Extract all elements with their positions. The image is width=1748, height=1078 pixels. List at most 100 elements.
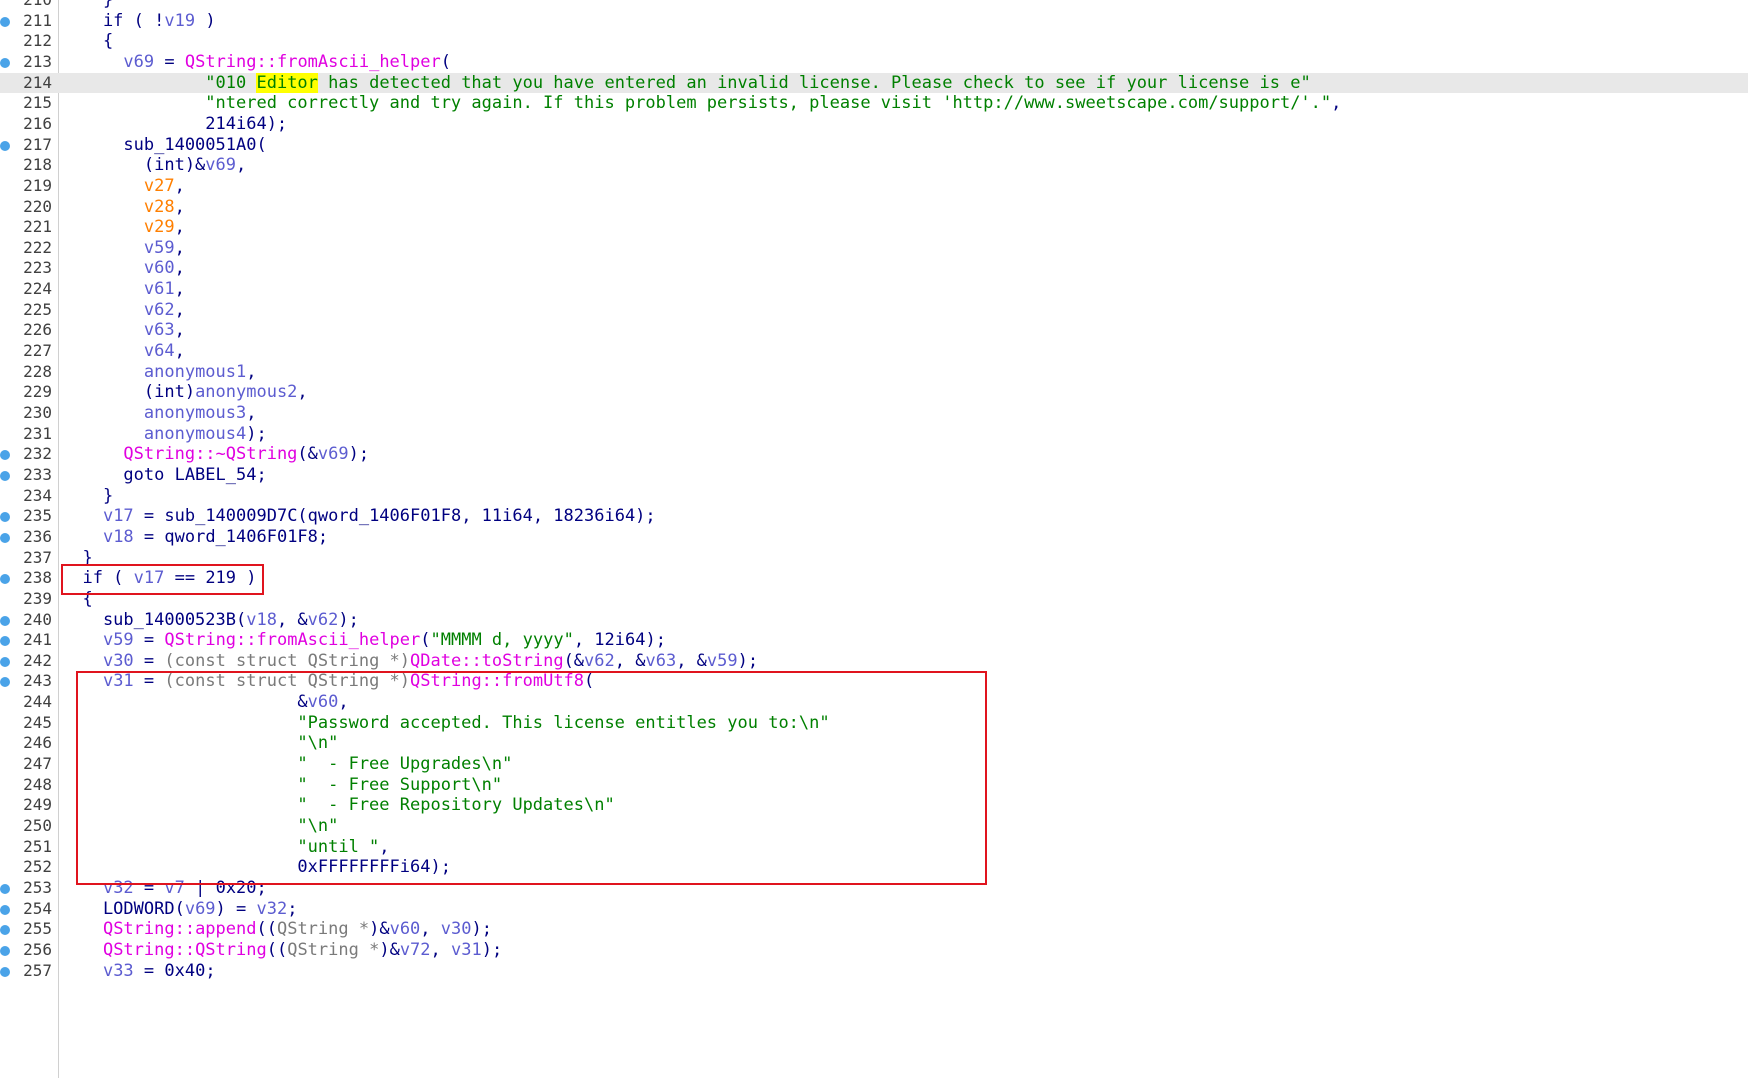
code-line[interactable]: 231 anonymous4); bbox=[0, 424, 1748, 445]
code-line[interactable]: 234 } bbox=[0, 486, 1748, 507]
code-token: , bbox=[246, 361, 257, 382]
code-token: v18 bbox=[246, 609, 277, 630]
code-text: } bbox=[62, 486, 113, 507]
code-line[interactable]: 250 "\n" bbox=[0, 816, 1748, 837]
code-line[interactable]: 233 goto LABEL_54; bbox=[0, 465, 1748, 486]
code-line[interactable]: 257 v33 = 0x40; bbox=[0, 961, 1748, 982]
code-line[interactable]: 211 if ( !v19 ) bbox=[0, 11, 1748, 32]
code-token: QString::QString bbox=[102, 939, 267, 960]
line-number: 214 bbox=[23, 72, 52, 92]
code-line[interactable]: 248 " - Free Support\n" bbox=[0, 775, 1748, 796]
code-line[interactable]: 213 v69 = QString::fromAscii_helper( bbox=[0, 52, 1748, 73]
code-line[interactable]: 243 v31 = (const struct QString *)QStrin… bbox=[0, 671, 1748, 692]
breakpoint-dot-icon[interactable] bbox=[0, 532, 10, 543]
code-line[interactable]: 214 "010 Editor has detected that you ha… bbox=[0, 72, 1748, 94]
code-line[interactable]: 215 "ntered correctly and try again. If … bbox=[0, 93, 1748, 114]
breakpoint-dot-icon[interactable] bbox=[0, 574, 10, 585]
code-line[interactable]: 241 v59 = QString::fromAscii_helper("MMM… bbox=[0, 630, 1748, 651]
breakpoint-dot-icon[interactable] bbox=[0, 512, 10, 523]
code-token: v61 bbox=[143, 279, 175, 300]
code-token: sub_1400051A0( bbox=[62, 134, 267, 155]
code-line[interactable]: 242 v30 = (const struct QString *)QDate:… bbox=[0, 651, 1748, 672]
code-token: anonymous2 bbox=[195, 382, 298, 403]
breakpoint-dot-icon[interactable] bbox=[0, 966, 10, 977]
code-line[interactable]: 240 sub_14000523B(v18, &v62); bbox=[0, 610, 1748, 631]
code-line[interactable]: 229 (int)anonymous2, bbox=[0, 382, 1748, 403]
code-token: has detected that you have entered an in… bbox=[317, 72, 1311, 93]
breakpoint-dot-icon[interactable] bbox=[0, 656, 10, 667]
breakpoint-dot-icon[interactable] bbox=[0, 57, 10, 68]
code-text: "010 Editor has detected that you have e… bbox=[62, 72, 1311, 94]
code-line[interactable]: 245 "Password accepted. This license ent… bbox=[0, 713, 1748, 734]
code-token: "MMMM d, yyyy" bbox=[430, 630, 574, 651]
code-token: , bbox=[174, 279, 185, 300]
code-line[interactable]: 222 v59, bbox=[0, 238, 1748, 259]
code-line[interactable]: 224 v61, bbox=[0, 279, 1748, 300]
code-token: v62 bbox=[584, 650, 615, 671]
code-token: v32 bbox=[256, 898, 288, 919]
code-line[interactable]: 253 v32 = v7 | 0x20; bbox=[0, 878, 1748, 899]
breakpoint-dot-icon[interactable] bbox=[0, 450, 10, 461]
code-line[interactable]: 226 v63, bbox=[0, 320, 1748, 341]
code-line[interactable]: 223 v60, bbox=[0, 258, 1748, 279]
code-line[interactable]: 238 if ( v17 == 219 ) bbox=[0, 568, 1748, 589]
code-line[interactable]: 251 "until ", bbox=[0, 837, 1748, 858]
code-token: v63 bbox=[645, 650, 677, 671]
breakpoint-dot-icon[interactable] bbox=[0, 677, 10, 688]
breakpoint-dot-icon[interactable] bbox=[0, 636, 10, 647]
code-line[interactable]: 218 (int)&v69, bbox=[0, 155, 1748, 176]
code-line[interactable]: 216 214i64); bbox=[0, 114, 1748, 135]
code-line[interactable]: 255 QString::append((QString *)&v60, v30… bbox=[0, 919, 1748, 940]
code-line[interactable]: 212 { bbox=[0, 31, 1748, 52]
code-line[interactable]: 228 anonymous1, bbox=[0, 362, 1748, 383]
code-line[interactable]: 227 v64, bbox=[0, 341, 1748, 362]
code-line[interactable]: 210 } bbox=[0, 0, 1748, 11]
code-line[interactable]: 217 sub_1400051A0( bbox=[0, 135, 1748, 156]
code-line[interactable]: 247 " - Free Upgrades\n" bbox=[0, 754, 1748, 775]
code-text: } bbox=[62, 0, 113, 11]
code-line[interactable]: 249 " - Free Repository Updates\n" bbox=[0, 795, 1748, 816]
code-line[interactable]: 246 "\n" bbox=[0, 733, 1748, 754]
code-token: v59 bbox=[706, 650, 738, 671]
code-token: v60 bbox=[143, 258, 175, 279]
code-text: QString::QString((QString *)&v72, v31); bbox=[62, 940, 502, 961]
breakpoint-dot-icon[interactable] bbox=[0, 883, 10, 894]
code-line[interactable]: 254 LODWORD(v69) = v32; bbox=[0, 899, 1748, 920]
code-token: (( bbox=[256, 919, 277, 940]
code-editor[interactable]: 210 }211 if ( !v19 )212 {213 v69 = QStri… bbox=[0, 0, 1748, 1078]
breakpoint-dot-icon[interactable] bbox=[0, 945, 10, 956]
code-token: (int) bbox=[62, 382, 196, 403]
breakpoint-dot-icon[interactable] bbox=[0, 140, 10, 151]
code-token: v7 bbox=[164, 877, 185, 898]
code-line[interactable]: 237 } bbox=[0, 548, 1748, 569]
breakpoint-dot-icon[interactable] bbox=[0, 16, 10, 27]
code-token: , bbox=[246, 403, 257, 423]
code-text: QString::append((QString *)&v60, v30); bbox=[62, 919, 492, 940]
breakpoint-dot-icon[interactable] bbox=[0, 470, 10, 481]
breakpoint-dot-icon[interactable] bbox=[0, 925, 10, 936]
code-line[interactable]: 256 QString::QString((QString *)&v72, v3… bbox=[0, 940, 1748, 961]
code-line[interactable]: 235 v17 = sub_140009D7C(qword_1406F01F8,… bbox=[0, 506, 1748, 527]
line-number: 245 bbox=[23, 712, 52, 732]
line-number: 217 bbox=[23, 134, 52, 154]
code-line[interactable]: 232 QString::~QString(&v69); bbox=[0, 444, 1748, 465]
code-token: = bbox=[133, 630, 165, 651]
code-line[interactable]: 230 anonymous3, bbox=[0, 403, 1748, 424]
code-line[interactable]: 225 v62, bbox=[0, 300, 1748, 321]
code-line[interactable]: 239 { bbox=[0, 589, 1748, 610]
code-line[interactable]: 220 v28, bbox=[0, 197, 1748, 218]
breakpoint-dot-icon[interactable] bbox=[0, 615, 10, 626]
code-line[interactable]: 219 v27, bbox=[0, 176, 1748, 197]
code-line[interactable]: 236 v18 = qword_1406F01F8; bbox=[0, 527, 1748, 548]
code-line[interactable]: 252 0xFFFFFFFFi64); bbox=[0, 857, 1748, 878]
code-text: "until ", bbox=[62, 837, 389, 858]
breakpoint-dot-icon[interactable] bbox=[0, 904, 10, 915]
code-line[interactable]: 244 &v60, bbox=[0, 692, 1748, 713]
code-text: { bbox=[62, 31, 113, 52]
code-token: & bbox=[62, 692, 308, 713]
code-line[interactable]: 221 v29, bbox=[0, 217, 1748, 238]
code-token: anonymous3 bbox=[143, 403, 247, 423]
code-token: v59 bbox=[143, 237, 175, 258]
